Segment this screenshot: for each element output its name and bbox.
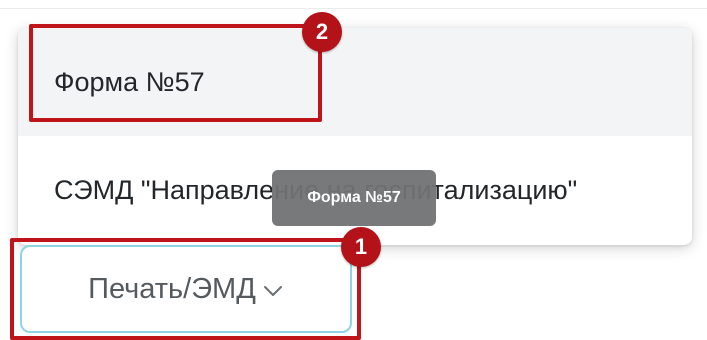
tooltip: Форма №57 <box>272 170 436 226</box>
top-divider <box>0 8 707 9</box>
print-emd-button[interactable]: Печать/ЭМД <box>20 245 352 333</box>
annotation-badge-1: 1 <box>341 227 381 267</box>
menu-item-form-57[interactable]: Форма №57 <box>18 28 692 136</box>
menu-item-label: Форма №57 <box>54 66 205 97</box>
print-emd-button-label: Печать/ЭМД <box>88 272 256 305</box>
chevron-down-icon <box>262 277 284 299</box>
screenshot-stage: Форма №57 СЭМД "Направление на госпитали… <box>0 0 707 340</box>
annotation-badge-2: 2 <box>302 12 342 52</box>
